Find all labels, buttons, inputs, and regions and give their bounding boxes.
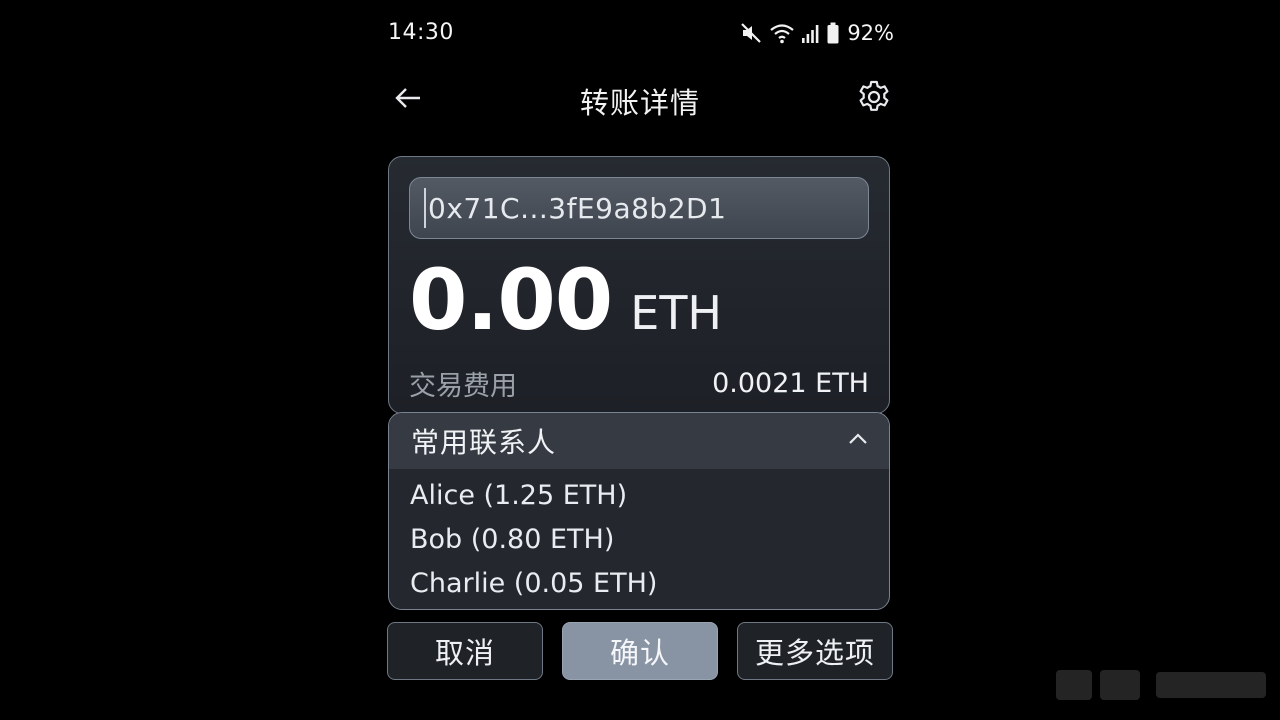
- contacts-toggle[interactable]: 常用联系人: [389, 413, 889, 469]
- fee-row: 交易费用 0.0021 ETH: [409, 363, 869, 403]
- transaction-card: 0x71C...3fE9a8b2D1 0.00 ETH 交易费用 0.0021 …: [388, 156, 890, 414]
- confirm-button[interactable]: 确认: [562, 622, 718, 680]
- amount-unit: ETH: [630, 286, 723, 340]
- wifi-icon: [769, 21, 795, 45]
- more-options-button[interactable]: 更多选项: [737, 622, 893, 680]
- recipient-address-value: 0x71C...3fE9a8b2D1: [428, 191, 727, 225]
- battery-icon: [827, 22, 839, 44]
- cancel-button[interactable]: 取消: [387, 622, 543, 680]
- app-header: 转账详情: [386, 74, 894, 124]
- contact-item-charlie[interactable]: Charlie (0.05 ETH): [389, 561, 889, 605]
- status-icons: 92%: [739, 18, 894, 48]
- page-title: 转账详情: [579, 86, 700, 120]
- recipient-address-input[interactable]: 0x71C...3fE9a8b2D1: [409, 177, 869, 239]
- signal-icon: [801, 22, 821, 44]
- frequent-contacts-dropdown: 常用联系人 Alice (1.25 ETH) Bob (0.80 ETH) Ch…: [388, 412, 890, 610]
- fee-value: 0.0021 ETH: [712, 367, 869, 399]
- gear-icon: [856, 79, 892, 119]
- mute-icon: [739, 21, 763, 45]
- wallet-transfer-screen: 14:30 92% 转账详情 0x71C...3fE9a8b2D1 0.00 E…: [386, 0, 894, 720]
- battery-percent: 92%: [847, 21, 894, 45]
- amount-value: 0.00: [409, 251, 613, 349]
- contacts-title: 常用联系人: [411, 426, 557, 459]
- settings-button[interactable]: [854, 79, 894, 119]
- contacts-list: Alice (1.25 ETH) Bob (0.80 ETH) Charlie …: [389, 473, 889, 605]
- contact-item-bob[interactable]: Bob (0.80 ETH): [389, 517, 889, 561]
- watermark-logo: [1052, 660, 1270, 712]
- fee-label: 交易费用: [409, 370, 517, 402]
- chevron-up-icon: [847, 431, 869, 451]
- amount-display[interactable]: 0.00 ETH: [409, 255, 722, 345]
- screen: 14:30 92% 转账详情 0x71C...3fE9a8b2D1 0.00 E…: [0, 0, 1280, 720]
- text-caret: [424, 188, 426, 228]
- status-bar: 14:30 92%: [388, 18, 894, 48]
- status-time: 14:30: [388, 20, 454, 45]
- contact-item-alice[interactable]: Alice (1.25 ETH): [389, 473, 889, 517]
